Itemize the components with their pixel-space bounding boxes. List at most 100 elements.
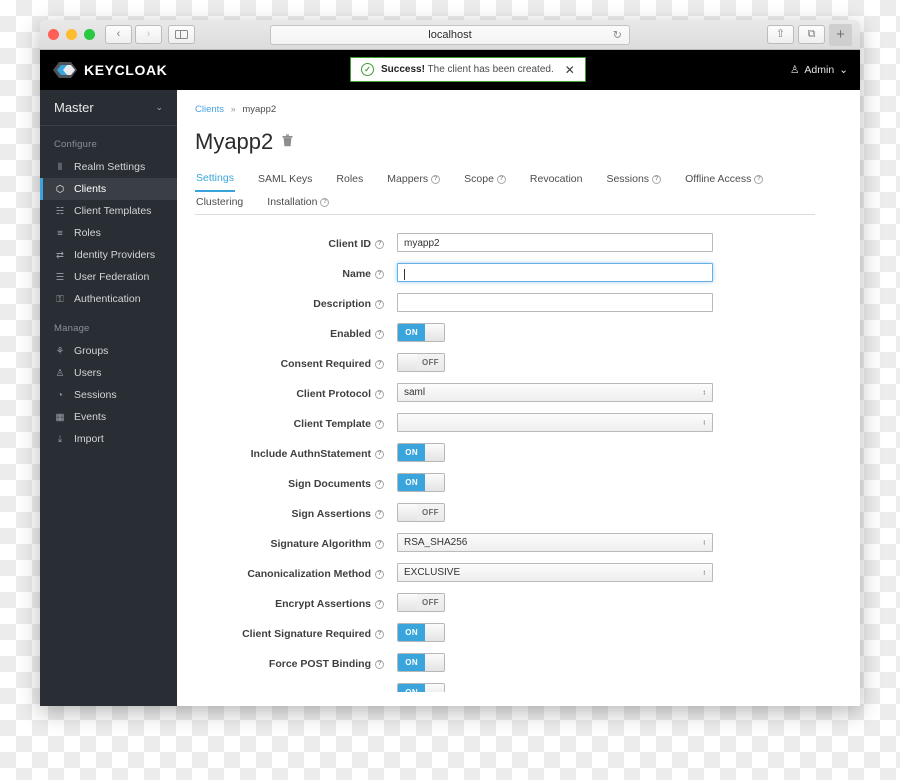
include-authnstatement-toggle[interactable]: ON [397,443,445,462]
help-icon[interactable]: ? [375,660,384,669]
sidebar-item-events[interactable]: ▦ Events [40,406,177,428]
toggle-label: OFF [416,504,444,521]
help-icon[interactable]: ? [375,600,384,609]
client-signature-required-toggle[interactable]: ON [397,623,445,642]
admin-menu[interactable]: ♙ Admin ⌄ [790,64,848,76]
new-tab-button[interactable]: + [829,23,852,46]
close-window-button[interactable] [48,29,59,40]
force-post-binding-toggle[interactable]: ON [397,653,445,672]
help-icon[interactable]: ? [496,174,506,184]
help-icon[interactable]: ? [375,480,384,489]
back-icon[interactable]: ‹ [105,25,132,44]
tab-mappers[interactable]: Mappers? [386,168,441,192]
tab-revocation[interactable]: Revocation [529,168,584,192]
page-title-row: Myapp2 [195,129,860,155]
toggle-switch[interactable]: ON [397,683,445,692]
show-tabs-icon[interactable]: ⧉ [798,25,825,44]
sidebar-item-roles[interactable]: ≡ Roles [40,222,177,244]
reload-icon[interactable]: ↻ [613,28,622,41]
description-input[interactable] [397,293,713,312]
sidebar-toggle-icon[interactable] [168,25,195,44]
toggle-label: ON [398,624,426,641]
sign-assertions-toggle[interactable]: OFF [397,503,445,522]
field-control [397,263,713,282]
toggle-knob [398,504,417,521]
toggle-knob [425,474,444,491]
breadcrumb: Clients » myapp2 [195,104,860,115]
consent-required-toggle[interactable]: OFF [397,353,445,372]
help-icon[interactable]: ? [375,570,384,579]
sidebar-item-groups[interactable]: ⚘ Groups [40,340,177,362]
realm-name: Master [54,100,94,115]
field-label: Client ID [328,238,371,250]
sidebar-item-clients[interactable]: ⬡ Clients [40,178,177,200]
sidebar-item-client-templates[interactable]: ☵ Client Templates [40,200,177,222]
help-icon[interactable]: ? [375,390,384,399]
keycloak-app: KEYCLOAK ✓ Success! The client has been … [40,50,860,706]
sidebar-item-realm-settings[interactable]: ⦀ Realm Settings [40,156,177,178]
help-icon[interactable]: ? [375,510,384,519]
sidebar-item-import[interactable]: ⤓ Import [40,428,177,450]
name-input[interactable] [397,263,713,282]
tab-label: Clustering [196,196,244,208]
encrypt-assertions-toggle[interactable]: OFF [397,593,445,612]
help-icon[interactable]: ? [431,174,441,184]
help-icon[interactable]: ? [652,174,662,184]
help-icon[interactable]: ? [375,360,384,369]
tab-offline-access[interactable]: Offline Access? [684,168,764,192]
help-icon[interactable]: ? [375,300,384,309]
field-label-wrap: Consent Required? [195,353,397,371]
tab-scope[interactable]: Scope? [463,168,507,192]
signature-algorithm-select[interactable]: RSA_SHA256 ↕ [397,533,713,552]
keycloak-logo[interactable]: KEYCLOAK [52,61,167,79]
help-icon[interactable]: ? [375,630,384,639]
admin-label: Admin [804,64,835,76]
delete-client-icon[interactable] [282,134,293,150]
field-label-wrap: Name? [195,263,397,281]
help-icon[interactable]: ? [375,540,384,549]
help-icon[interactable]: ? [375,240,384,249]
sidebar-item-users[interactable]: ♙ Users [40,362,177,384]
breadcrumb-current: myapp2 [242,104,277,115]
select-value: saml [404,387,426,398]
tab-installation[interactable]: Installation? [266,192,330,214]
help-icon[interactable]: ? [375,330,384,339]
sign-documents-toggle[interactable]: ON [397,473,445,492]
maximize-window-button[interactable] [84,29,95,40]
sidebar-item-authentication[interactable]: ⚿ Authentication [40,288,177,310]
field-row-enabled: Enabled? ON [195,323,860,342]
breadcrumb-clients-link[interactable]: Clients [195,104,224,115]
tab-roles[interactable]: Roles [335,168,364,192]
help-icon[interactable]: ? [754,174,764,184]
help-icon[interactable]: ? [375,450,384,459]
help-icon[interactable]: ? [320,197,330,207]
minimize-window-button[interactable] [66,29,77,40]
close-icon[interactable]: ✕ [565,64,575,76]
field-control: OFF [397,503,445,522]
help-icon[interactable]: ? [375,420,384,429]
sidebar-item-sessions[interactable]: ◔ Sessions [40,384,177,406]
help-icon[interactable]: ? [375,270,384,279]
keycloak-logo-icon [52,61,80,79]
field-row-include-authnstatement: Include AuthnStatement? ON [195,443,860,462]
forward-icon[interactable]: › [135,25,162,44]
realm-selector[interactable]: Master ⌄ [40,90,177,126]
tab-sessions[interactable]: Sessions? [605,168,662,192]
sidebar-item-user-federation[interactable]: ☰ User Federation [40,266,177,288]
tab-saml-keys[interactable]: SAML Keys [257,168,313,192]
enabled-toggle[interactable]: ON [397,323,445,342]
sidebar-item-icon: ⤓ [57,433,63,445]
sidebar-item-identity-providers[interactable]: ⇄ Identity Providers [40,244,177,266]
client-template-select[interactable]: ↕ [397,413,713,432]
tab-label: Settings [196,172,234,184]
tab-settings[interactable]: Settings [195,168,235,192]
address-bar[interactable]: localhost ↻ [270,24,630,45]
field-label-wrap: Include AuthnStatement? [195,443,397,461]
share-icon[interactable]: ⇧ [767,25,794,44]
canonicalization-method-select[interactable]: EXCLUSIVE ↕ [397,563,713,582]
client-protocol-select[interactable]: saml ↕ [397,383,713,402]
client-id-input[interactable]: myapp2 [397,233,713,252]
sidebar-group-title: Configure [54,139,97,150]
tab-bar: Settings SAML Keys Roles Mappers? Scope? Revo… [195,168,815,215]
tab-clustering[interactable]: Clustering [195,192,244,214]
